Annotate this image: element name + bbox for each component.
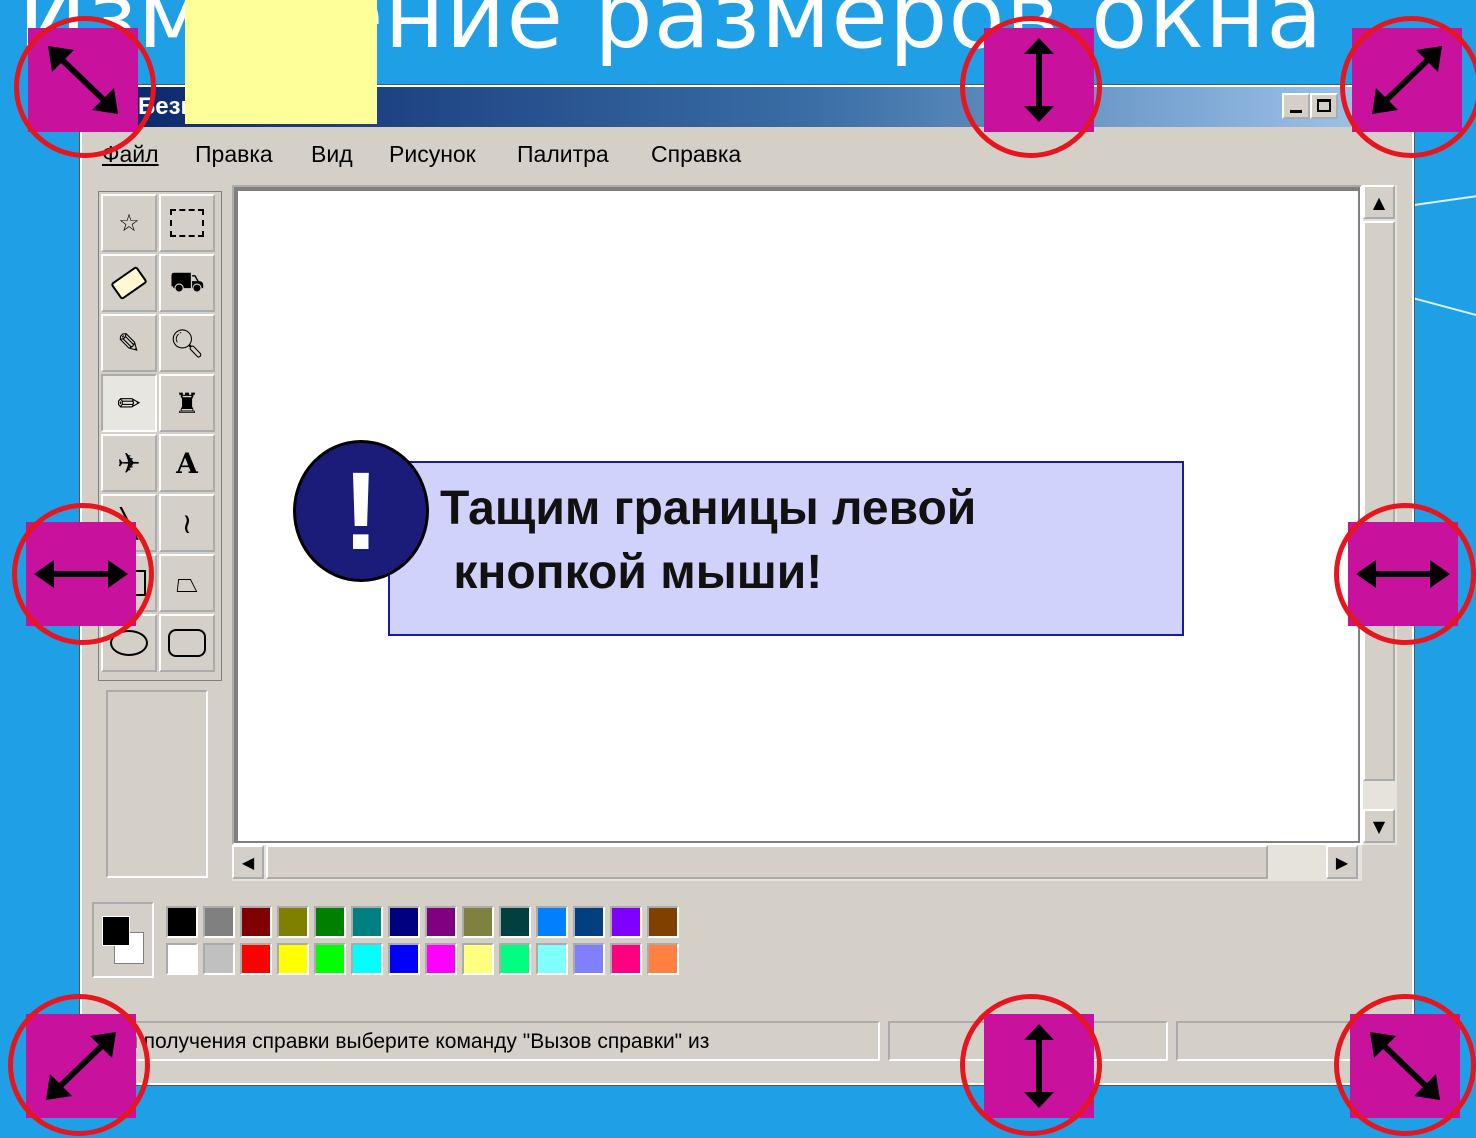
color-swatch[interactable] [610, 943, 642, 975]
foreground-color [102, 916, 130, 946]
maximize-icon [1317, 99, 1331, 112]
highlight-ring [1334, 994, 1476, 1136]
menu-colors[interactable]: Палитра [517, 141, 609, 168]
color-swatch[interactable] [314, 906, 346, 938]
exclamation-icon: ! [293, 440, 429, 582]
decorative-line [1406, 295, 1476, 317]
status-bar: Для получения справки выберите команду "… [82, 1015, 1412, 1067]
rounded-rect-icon[interactable] [159, 614, 215, 672]
curve-icon[interactable]: ≀ [159, 494, 215, 552]
color-swatch[interactable] [536, 906, 568, 938]
decorative-line [1405, 194, 1476, 208]
polygon-icon[interactable]: ⏢ [159, 554, 215, 612]
scroll-right-button[interactable]: ▶ [1326, 845, 1358, 879]
color-swatch[interactable] [351, 943, 383, 975]
color-swatch[interactable] [647, 943, 679, 975]
vertical-scroll-thumb[interactable] [1363, 221, 1395, 781]
color-swatch[interactable] [240, 906, 272, 938]
scroll-left-button[interactable]: ◀ [232, 845, 264, 879]
color-swatch[interactable] [610, 906, 642, 938]
color-swatch[interactable] [499, 906, 531, 938]
color-palette [82, 892, 1412, 987]
color-swatch[interactable] [425, 943, 457, 975]
color-swatch[interactable] [388, 943, 420, 975]
rect-select-icon[interactable] [159, 194, 215, 252]
fill-icon[interactable]: ⛟ [159, 254, 215, 312]
magnifier-icon[interactable]: 🔍︎ [159, 314, 215, 372]
color-swatch[interactable] [277, 906, 309, 938]
highlight-overlay [185, 0, 377, 124]
highlight-ring [960, 994, 1102, 1136]
color-swatch[interactable] [351, 906, 383, 938]
status-message: Для получения справки выберите команду "… [90, 1021, 880, 1061]
color-swatch[interactable] [277, 943, 309, 975]
highlight-ring [8, 994, 150, 1136]
highlight-ring [14, 16, 156, 158]
highlight-ring [1334, 503, 1476, 645]
menu-bar: Файл Правка Вид Рисунок Палитра Справка [82, 131, 1412, 171]
maximize-button[interactable] [1310, 93, 1338, 119]
highlight-ring [1340, 16, 1476, 158]
scroll-up-button[interactable]: ▲ [1363, 185, 1395, 219]
color-swatch[interactable] [573, 943, 605, 975]
color-swatch[interactable] [314, 943, 346, 975]
color-swatch[interactable] [388, 906, 420, 938]
status-text: Для получения справки выберите команду "… [100, 1030, 710, 1053]
highlight-ring [960, 16, 1102, 158]
menu-image[interactable]: Рисунок [389, 141, 476, 168]
color-swatch[interactable] [425, 906, 457, 938]
pencil-icon[interactable]: ✏︎ [101, 374, 157, 432]
color-swatch[interactable] [462, 906, 494, 938]
horizontal-scroll-thumb[interactable] [266, 845, 1268, 879]
eraser-icon[interactable] [101, 254, 157, 312]
color-picker-icon[interactable]: ✎ [101, 314, 157, 372]
minimize-button[interactable] [1282, 93, 1310, 119]
callout-text: Тащим границы левой кнопкой мыши! [440, 482, 977, 599]
free-select-icon[interactable]: ☆ [101, 194, 157, 252]
color-swatch[interactable] [203, 943, 235, 975]
color-swatch[interactable] [536, 943, 568, 975]
color-swatch[interactable] [203, 906, 235, 938]
menu-view[interactable]: Вид [311, 141, 353, 168]
callout-box: Тащим границы левой кнопкой мыши! [388, 461, 1184, 636]
text-icon[interactable]: A [159, 434, 215, 492]
color-swatch[interactable] [573, 906, 605, 938]
current-colors[interactable] [92, 902, 154, 978]
brush-icon[interactable]: ♜ [159, 374, 215, 432]
minimize-icon [1290, 110, 1302, 113]
menu-edit[interactable]: Правка [195, 141, 273, 168]
color-swatch[interactable] [240, 943, 272, 975]
color-swatch[interactable] [166, 906, 198, 938]
color-swatch[interactable] [647, 906, 679, 938]
tool-options-box[interactable] [106, 690, 208, 878]
scroll-down-button[interactable]: ▼ [1363, 809, 1395, 843]
highlight-ring [12, 503, 154, 645]
menu-help[interactable]: Справка [651, 141, 741, 168]
color-swatch[interactable] [166, 943, 198, 975]
airbrush-icon[interactable]: ✈︎ [101, 434, 157, 492]
color-swatch[interactable] [462, 943, 494, 975]
color-swatch[interactable] [499, 943, 531, 975]
horizontal-scrollbar[interactable]: ◀ ▶ [232, 845, 1362, 881]
